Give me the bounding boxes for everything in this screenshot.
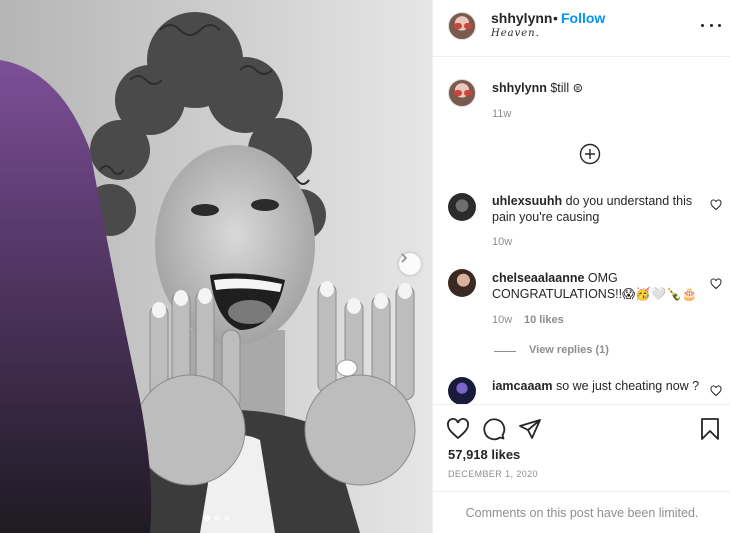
more-options-icon[interactable] [701, 18, 721, 32]
caption-age: 11w [492, 108, 512, 120]
caption: shhylynn $till ⊜ [492, 80, 707, 96]
plus-circle-icon[interactable] [579, 143, 601, 165]
comments-list[interactable]: shhylynn $till ⊜ 11w uhlexsuuhh do you u… [433, 57, 730, 404]
caption-text: $till ⊜ [550, 81, 584, 95]
view-replies-button[interactable]: View replies (1) [529, 344, 609, 356]
avatar[interactable] [448, 193, 476, 221]
header-separator: • [553, 10, 558, 26]
comment-username[interactable]: iamcaaam [492, 379, 552, 393]
carousel-dot [224, 515, 230, 521]
heart-icon[interactable] [446, 417, 470, 441]
header-username[interactable]: shhylynn [491, 10, 552, 26]
avatar[interactable] [448, 377, 476, 404]
comment-age: 10w [492, 236, 513, 248]
chevron-right-icon [401, 253, 408, 263]
comment: iamcaaam so we just cheating now ? [492, 378, 707, 394]
caption-username[interactable]: shhylynn [492, 81, 547, 95]
post-photo [0, 0, 432, 533]
heart-icon[interactable] [710, 199, 722, 211]
carousel-indicator [204, 515, 230, 521]
next-slide-button[interactable] [399, 253, 421, 275]
paper-plane-icon[interactable] [518, 417, 542, 441]
avatar[interactable] [448, 269, 476, 297]
comment: uhlexsuuhh do you understand this pain y… [492, 193, 707, 225]
post-actions: 57,918 likes DECEMBER 1, 2020 Comments o… [433, 404, 730, 533]
post-side-panel: shhylynn • Follow Heaven. shhylynn $till… [432, 0, 730, 533]
post-header: shhylynn • Follow Heaven. [433, 0, 730, 57]
carousel-dot [214, 515, 220, 521]
avatar[interactable] [448, 12, 476, 40]
follow-button[interactable]: Follow [561, 10, 605, 26]
bookmark-icon[interactable] [698, 417, 722, 441]
carousel-dot [204, 515, 210, 521]
comment-age: 10w [492, 314, 513, 326]
avatar[interactable] [448, 79, 476, 107]
heart-icon[interactable] [710, 385, 722, 397]
heart-icon[interactable] [710, 278, 722, 290]
comment-username[interactable]: uhlexsuuhh [492, 194, 562, 208]
comment-likes[interactable]: 10 likes [524, 314, 564, 326]
comments-limited-notice: Comments on this post have been limited. [433, 491, 730, 533]
replies-divider [494, 351, 516, 352]
location-link[interactable]: Heaven. [491, 28, 540, 39]
post-date[interactable]: DECEMBER 1, 2020 [448, 469, 538, 479]
likes-count[interactable]: 57,918 likes [448, 447, 520, 462]
comment-bubble-icon[interactable] [482, 417, 506, 441]
comment-username[interactable]: chelseaalaanne [492, 271, 584, 285]
comment: chelseaalaanne OMG CONGRATULATIONS!!😱🥳🤍🍾… [492, 270, 707, 302]
post-media[interactable] [0, 0, 432, 533]
comment-text: so we just cheating now ? [555, 379, 700, 393]
